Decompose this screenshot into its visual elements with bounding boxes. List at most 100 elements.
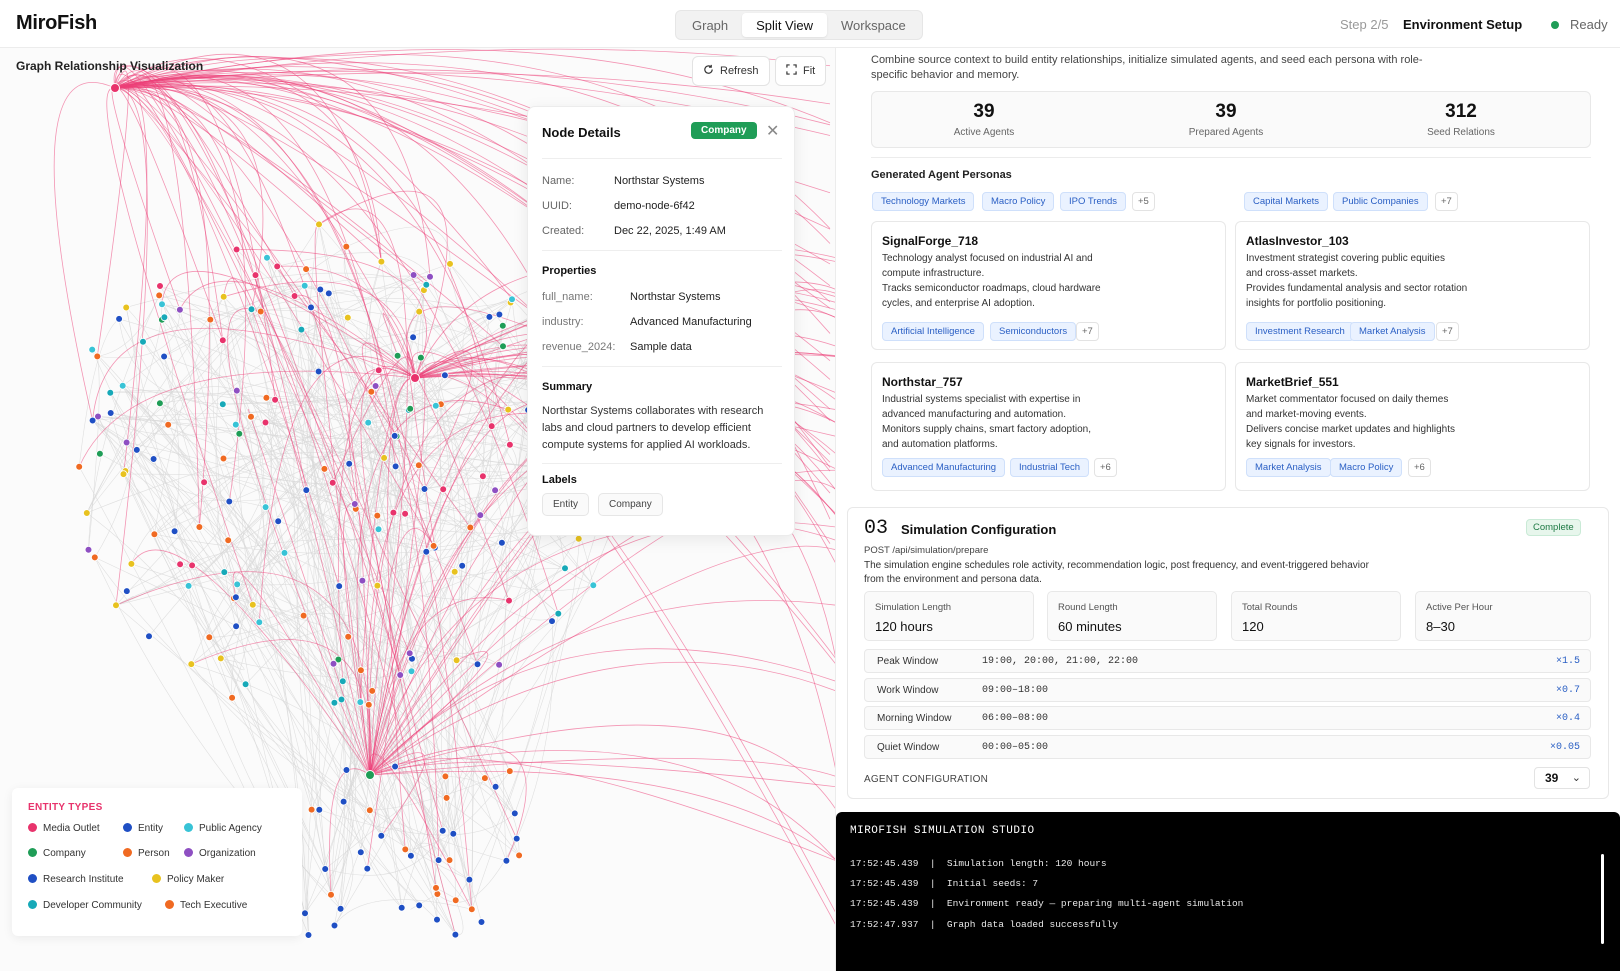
more-tags-chip[interactable]: +7: [1076, 322, 1099, 341]
graph-node[interactable]: [123, 587, 131, 595]
graph-node[interactable]: [184, 582, 193, 590]
graph-node[interactable]: [458, 561, 467, 570]
graph-node[interactable]: [88, 345, 96, 354]
graph-node[interactable]: [188, 561, 196, 570]
graph-node[interactable]: [574, 534, 583, 543]
graph-node[interactable]: [338, 677, 347, 685]
graph-node[interactable]: [205, 633, 214, 641]
graph-node[interactable]: [391, 762, 399, 771]
graph-node[interactable]: [342, 766, 351, 774]
graph-node[interactable]: [438, 826, 447, 835]
graph-node[interactable]: [336, 904, 345, 913]
tab-workspace[interactable]: Workspace: [827, 13, 920, 37]
graph-node[interactable]: [377, 257, 386, 266]
graph-node[interactable]: [491, 486, 499, 495]
graph-node[interactable]: [407, 667, 416, 676]
graph-node[interactable]: [589, 581, 598, 590]
graph-node[interactable]: [396, 671, 405, 679]
persona-tag[interactable]: Advanced Manufacturing: [882, 458, 1006, 477]
graph-node[interactable]: [139, 337, 147, 346]
graph-node[interactable]: [273, 262, 282, 271]
graph-node[interactable]: [485, 313, 494, 321]
refresh-button[interactable]: Refresh: [692, 56, 770, 86]
graph-node[interactable]: [224, 536, 233, 545]
topic-chip[interactable]: Public Companies: [1333, 192, 1428, 211]
graph-node[interactable]: [391, 462, 400, 471]
graph-node[interactable]: [393, 351, 402, 360]
persona-card[interactable]: SignalForge_718 Technology analyst focus…: [871, 221, 1226, 350]
graph-node[interactable]: [241, 680, 250, 689]
graph-node[interactable]: [508, 295, 516, 304]
graph-node[interactable]: [329, 659, 338, 668]
tab-split-view[interactable]: Split View: [742, 13, 827, 37]
graph-node[interactable]: [433, 890, 442, 898]
graph-node[interactable]: [262, 393, 271, 402]
graph-node[interactable]: [363, 864, 372, 873]
graph-node[interactable]: [374, 525, 383, 534]
graph-node[interactable]: [342, 242, 351, 251]
graph-node[interactable]: [316, 285, 325, 294]
graph-node[interactable]: [548, 617, 556, 625]
graph-node[interactable]: [220, 568, 229, 576]
graph-node[interactable]: [232, 593, 240, 601]
graph-node[interactable]: [195, 523, 204, 531]
graph-node[interactable]: [247, 305, 256, 314]
graph-node[interactable]: [358, 576, 367, 585]
graph-node[interactable]: [498, 321, 507, 330]
more-tags-chip[interactable]: +6: [1408, 458, 1431, 477]
more-tags-chip[interactable]: +5: [1132, 192, 1155, 211]
graph-node[interactable]: [83, 509, 91, 517]
terminal-scrollbar[interactable]: [1601, 854, 1604, 944]
graph-node[interactable]: [232, 245, 241, 254]
graph-node[interactable]: [119, 470, 128, 478]
graph-hub-node[interactable]: [410, 373, 420, 383]
graph-node[interactable]: [515, 851, 523, 860]
graph-node[interactable]: [433, 915, 441, 924]
tab-graph[interactable]: Graph: [678, 13, 742, 37]
graph-node[interactable]: [345, 459, 354, 468]
graph-node[interactable]: [330, 921, 339, 930]
graph-node[interactable]: [505, 767, 514, 775]
graph-node[interactable]: [364, 700, 373, 709]
graph-node[interactable]: [206, 315, 215, 324]
graph-node[interactable]: [368, 687, 377, 695]
graph-node[interactable]: [158, 300, 166, 309]
graph-node[interactable]: [405, 649, 414, 657]
graph-node[interactable]: [343, 313, 352, 322]
graph-node[interactable]: [75, 462, 83, 471]
graph-node[interactable]: [446, 260, 454, 268]
graph-node[interactable]: [91, 553, 99, 562]
graph-node[interactable]: [389, 508, 398, 517]
graph-node[interactable]: [235, 429, 244, 438]
graph-node[interactable]: [127, 560, 136, 568]
graph-node[interactable]: [307, 303, 315, 312]
graph-node[interactable]: [84, 545, 93, 554]
graph-node[interactable]: [466, 523, 475, 532]
graph-node[interactable]: [502, 856, 511, 865]
graph-node[interactable]: [495, 310, 504, 319]
graph-node[interactable]: [434, 856, 443, 864]
graph-node[interactable]: [441, 772, 450, 781]
graph-node[interactable]: [373, 581, 382, 590]
graph-node[interactable]: [330, 698, 339, 707]
graph-node[interactable]: [397, 903, 406, 912]
persona-card[interactable]: Northstar_757 Industrial systems special…: [871, 362, 1226, 491]
graph-node[interactable]: [300, 281, 309, 290]
more-tags-chip[interactable]: +7: [1436, 322, 1459, 341]
graph-node[interactable]: [232, 420, 240, 429]
more-tags-chip[interactable]: +7: [1435, 192, 1458, 211]
graph-node[interactable]: [263, 254, 271, 262]
graph-node[interactable]: [510, 809, 519, 818]
graph-node[interactable]: [150, 530, 159, 539]
graph-node[interactable]: [465, 875, 474, 884]
graph-node[interactable]: [156, 399, 164, 408]
graph-node[interactable]: [409, 333, 417, 342]
graph-node[interactable]: [88, 416, 97, 425]
graph-node[interactable]: [506, 440, 514, 449]
graph-node[interactable]: [149, 455, 158, 463]
graph-node[interactable]: [452, 656, 461, 664]
graph-node[interactable]: [441, 371, 449, 380]
graph-node[interactable]: [504, 405, 513, 414]
graph-node[interactable]: [505, 596, 513, 605]
graph-node[interactable]: [176, 305, 184, 314]
